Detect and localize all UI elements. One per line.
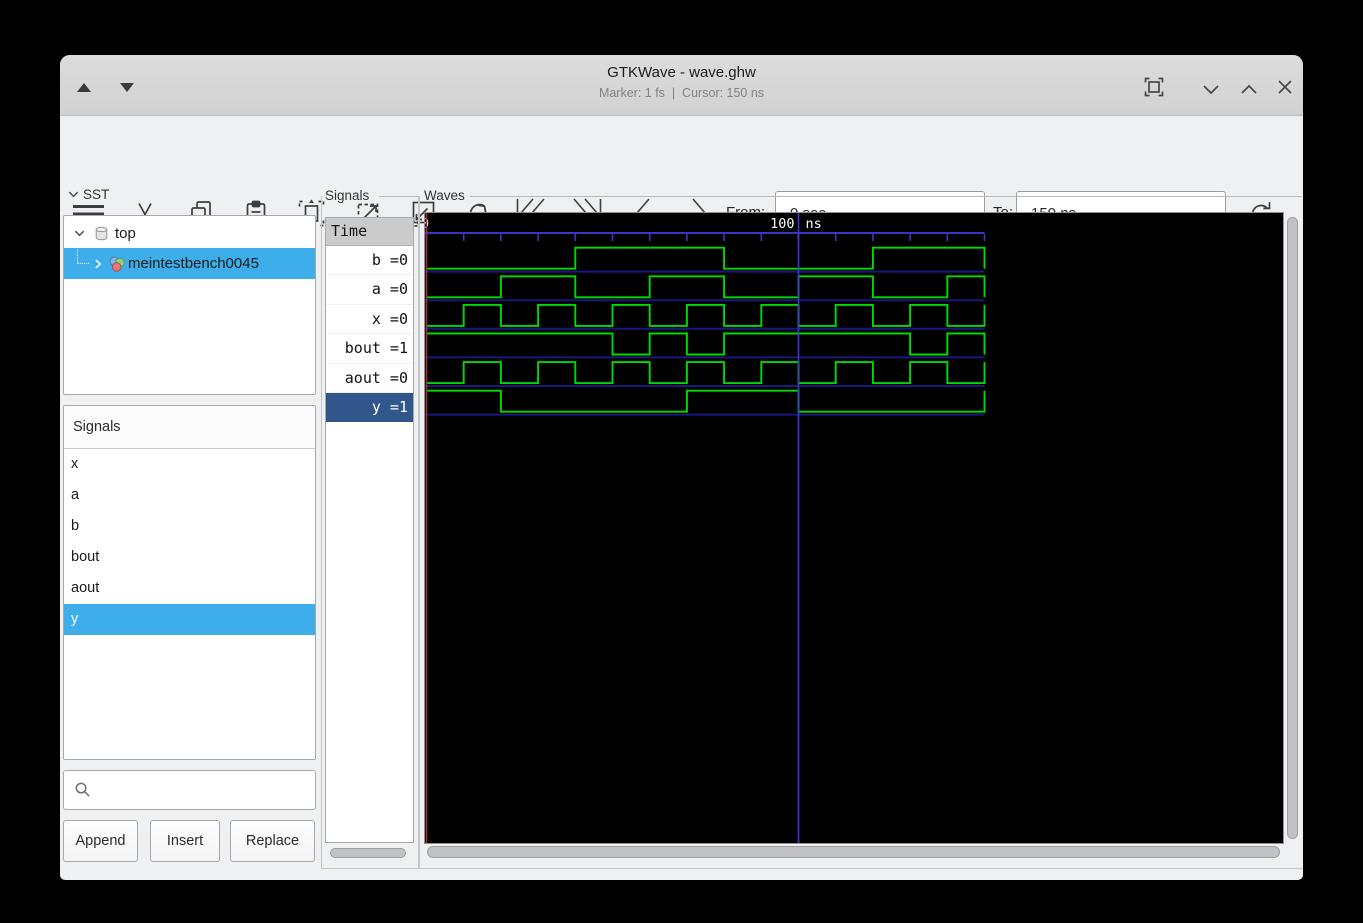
- wave-name-row-aout[interactable]: aout =0: [326, 364, 413, 394]
- signal-list-item-y[interactable]: y: [64, 604, 315, 635]
- window-title: GTKWave - wave.ghw: [60, 64, 1303, 81]
- insert-button[interactable]: Insert: [150, 820, 220, 862]
- maximize-button[interactable]: [1238, 79, 1260, 101]
- tree-connector: [77, 246, 89, 264]
- fullscreen-button[interactable]: [1143, 76, 1165, 98]
- close-icon: [1274, 76, 1296, 98]
- names-hscrollbar[interactable]: [330, 848, 406, 858]
- waveform-aout: [427, 362, 985, 383]
- minimize-button[interactable]: [1200, 79, 1222, 101]
- signal-list-item-aout[interactable]: aout: [64, 573, 315, 604]
- waveform-bout: [427, 334, 985, 355]
- signal-list-item-bout[interactable]: bout: [64, 542, 315, 573]
- waves-vscrollbar[interactable]: [1287, 217, 1298, 839]
- expander-chevron-icon[interactable]: [72, 226, 87, 241]
- wave-name-row-bout[interactable]: bout =1: [326, 334, 413, 364]
- wave-name-row-a[interactable]: a =0: [326, 275, 413, 305]
- waveform-x: [427, 305, 985, 326]
- close-button[interactable]: [1274, 76, 1296, 98]
- waves-hscrollbar[interactable]: [427, 846, 1280, 858]
- tree-item-label: meintestbench0045: [128, 255, 259, 272]
- search-input[interactable]: [96, 771, 315, 810]
- append-button[interactable]: Append: [63, 820, 138, 862]
- signal-list-item-a[interactable]: a: [64, 480, 315, 511]
- wave-name-row-y[interactable]: y =1: [326, 393, 413, 422]
- toolbar: From: To:: [60, 116, 1303, 185]
- time-column-header[interactable]: Time: [326, 218, 413, 246]
- sst-tree: top meintestbench0045: [63, 215, 316, 395]
- wave-name-row-x[interactable]: x =0: [326, 305, 413, 335]
- waves-panel-legend: Waves: [424, 188, 465, 203]
- tree-item-top[interactable]: top: [64, 218, 315, 248]
- database-icon: [93, 225, 110, 242]
- sst-label: SST: [83, 187, 109, 202]
- timeline-unit: ns: [806, 216, 822, 232]
- tree-item-label: top: [115, 225, 136, 242]
- signals-column-header[interactable]: Signals: [64, 406, 315, 449]
- titlebar[interactable]: GTKWave - wave.ghw Marker: 1 fs | Cursor…: [60, 55, 1303, 116]
- waveform-a: [427, 276, 985, 297]
- signal-list-item-x[interactable]: x: [64, 449, 315, 480]
- sst-signals-list: Signals xabboutaouty: [63, 405, 316, 760]
- signals-header-label: Signals: [73, 419, 121, 435]
- chevron-up-icon: [1238, 79, 1260, 101]
- gtkwave-window: GTKWave - wave.ghw Marker: 1 fs | Cursor…: [60, 55, 1303, 880]
- fullscreen-icon: [1143, 76, 1165, 98]
- expander-chevron-icon: [66, 187, 81, 202]
- waves-legend-line: [470, 196, 1302, 197]
- waveform-y: [427, 391, 985, 412]
- replace-button[interactable]: Replace: [230, 820, 315, 862]
- marker-cursor-status: Marker: 1 fs | Cursor: 150 ns: [60, 86, 1303, 100]
- signal-search-box: [63, 770, 316, 810]
- waveform-b: [427, 248, 985, 269]
- append-label: Append: [76, 833, 126, 849]
- search-icon: [74, 781, 91, 798]
- chevron-down-icon: [1200, 79, 1222, 101]
- insert-label: Insert: [167, 833, 203, 849]
- signals-panel-legend: Signals: [325, 188, 369, 203]
- module-icon: [108, 255, 126, 273]
- sst-section-header[interactable]: SST: [66, 187, 109, 202]
- wave-name-row-b[interactable]: b =0: [326, 246, 413, 276]
- signal-list-item-b[interactable]: b: [64, 511, 315, 542]
- wave-name-list: Time b =0a =0x =0bout =1aout =0y =1: [325, 217, 414, 843]
- tree-item-meintestbench0045[interactable]: meintestbench0045: [64, 248, 315, 279]
- timeline-label-100: 100: [770, 216, 794, 232]
- waveforms: 0100ns: [425, 213, 1283, 843]
- signals-legend-line: [379, 196, 418, 197]
- wave-canvas[interactable]: 0100ns: [424, 212, 1284, 844]
- expander-chevron-right-icon[interactable]: [91, 257, 105, 271]
- replace-label: Replace: [246, 833, 299, 849]
